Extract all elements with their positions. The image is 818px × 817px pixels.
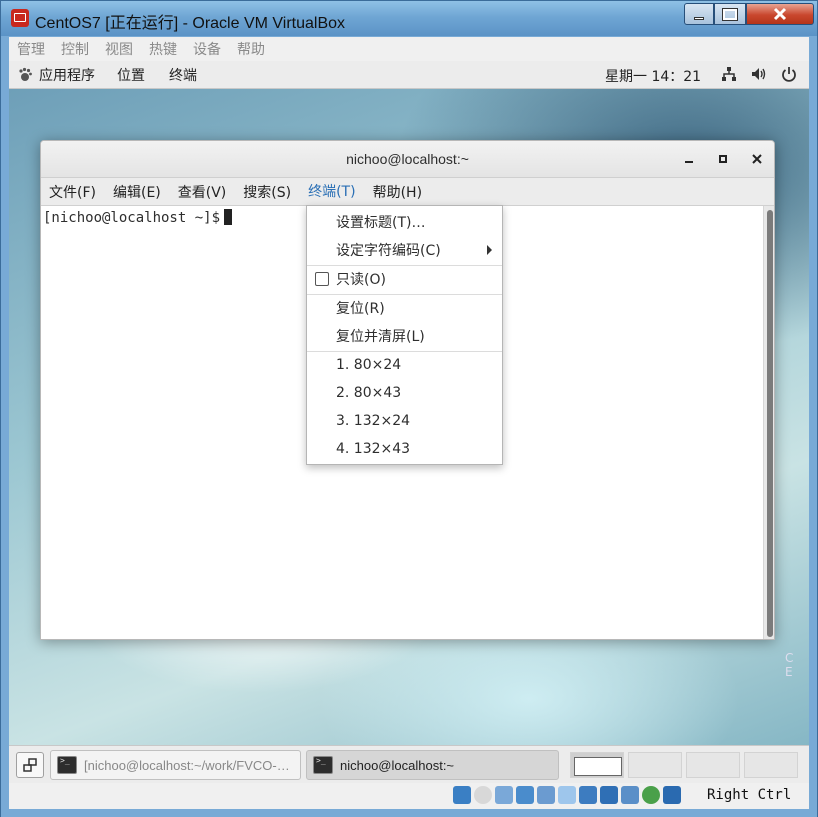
hard-disk-icon[interactable] xyxy=(453,786,471,804)
workspace-3[interactable] xyxy=(686,752,740,778)
vbox-menu-control[interactable]: 控制 xyxy=(61,39,89,59)
vbox-menu-hotkeys[interactable]: 热键 xyxy=(149,39,177,59)
taskbar-item-label: nichoo@localhost:~ xyxy=(340,757,455,773)
maximize-icon xyxy=(719,155,727,163)
terminal-app-menu[interactable]: 终端 xyxy=(169,65,197,85)
network-adapter-icon[interactable] xyxy=(516,786,534,804)
menu-item-label: 只读(O) xyxy=(336,272,386,288)
close-icon xyxy=(773,7,787,21)
power-icon xyxy=(782,67,796,82)
submenu-arrow-icon xyxy=(487,245,492,255)
desktop-watermark-text: C E xyxy=(785,651,798,679)
usb-icon[interactable] xyxy=(537,786,555,804)
vbox-menu-devices[interactable]: 设备 xyxy=(193,39,221,59)
gnome-bottom-bar: [nichoo@localhost:~/work/FVCO-… nichoo@l… xyxy=(9,745,809,783)
taskbar-item-fvco-terminal[interactable]: [nichoo@localhost:~/work/FVCO-… xyxy=(50,750,301,780)
guest-additions-icon[interactable] xyxy=(642,786,660,804)
show-desktop-icon xyxy=(23,758,37,772)
workspace-2[interactable] xyxy=(628,752,682,778)
scrollbar-thumb[interactable] xyxy=(767,210,773,637)
terminal-menu-dropdown: 设置标题(T)… 设定字符编码(C) 只读(O) 复位(R) 复位并清屏(L) … xyxy=(306,205,503,465)
shared-folders-icon[interactable] xyxy=(558,786,576,804)
applications-label: 应用程序 xyxy=(39,67,95,84)
menu-item-size-80x43[interactable]: 2. 80×43 xyxy=(307,379,502,407)
menu-search[interactable]: 搜索(S) xyxy=(243,178,291,206)
menu-item-size-80x24[interactable]: 1. 80×24 xyxy=(307,351,502,379)
menu-item-reset-clear[interactable]: 复位并清屏(L) xyxy=(307,322,502,350)
menu-item-size-132x43[interactable]: 4. 132×43 xyxy=(307,435,502,463)
applications-menu[interactable]: 应用程序 xyxy=(17,65,95,85)
vbox-menu-view[interactable]: 视图 xyxy=(105,39,133,59)
menu-item-read-only[interactable]: 只读(O) xyxy=(307,265,502,293)
menu-item-label: 复位(R) xyxy=(336,301,385,317)
menu-item-label: 设置标题(T)… xyxy=(336,215,426,231)
terminal-maximize-button[interactable] xyxy=(715,151,731,167)
menu-help[interactable]: 帮助(H) xyxy=(373,178,422,206)
menu-item-set-encoding[interactable]: 设定字符编码(C) xyxy=(307,236,502,264)
menu-item-set-title[interactable]: 设置标题(T)… xyxy=(307,208,502,236)
maximize-icon xyxy=(722,7,738,21)
terminal-icon xyxy=(313,756,333,774)
menu-item-label: 2. 80×43 xyxy=(336,385,402,401)
minimize-button[interactable] xyxy=(684,3,714,25)
gnome-foot-icon xyxy=(19,67,32,81)
gnome-top-bar: 应用程序 位置 终端 星期一 14：21 xyxy=(9,61,809,89)
vbox-menubar: 管理 控制 视图 热键 设备 帮助 xyxy=(9,37,809,61)
menu-terminal[interactable]: 终端(T) xyxy=(308,177,356,207)
show-desktop-button[interactable] xyxy=(16,752,44,778)
places-menu[interactable]: 位置 xyxy=(117,65,145,85)
read-only-checkbox[interactable] xyxy=(315,272,329,286)
optical-drive-icon[interactable] xyxy=(474,786,492,804)
vbox-status-bar: Right Ctrl xyxy=(9,783,809,809)
menu-item-label: 3. 132×24 xyxy=(336,413,411,429)
minimize-icon xyxy=(694,16,704,20)
virtualization-icon[interactable] xyxy=(621,786,639,804)
prompt-text: [nichoo@localhost ~]$ xyxy=(43,210,221,226)
terminal-icon xyxy=(57,756,77,774)
workspace-1[interactable] xyxy=(570,752,624,778)
clock[interactable]: 星期一 14：21 xyxy=(605,66,701,86)
menu-view[interactable]: 查看(V) xyxy=(178,178,227,206)
display-icon[interactable] xyxy=(579,786,597,804)
menu-item-label: 4. 132×43 xyxy=(336,441,411,457)
vbox-titlebar[interactable]: CentOS7 [正在运行] - Oracle VM VirtualBox xyxy=(0,0,818,36)
virtualbox-app-icon xyxy=(11,9,29,27)
terminal-header[interactable]: nichoo@localhost:~ xyxy=(41,141,774,178)
vbox-menu-manage[interactable]: 管理 xyxy=(17,39,45,59)
mouse-integration-icon[interactable] xyxy=(663,786,681,804)
taskbar-item-home-terminal[interactable]: nichoo@localhost:~ xyxy=(306,750,559,780)
host-key-label: Right Ctrl xyxy=(707,787,792,803)
vbox-window-title: CentOS7 [正在运行] - Oracle VM VirtualBox xyxy=(35,15,346,32)
terminal-close-button[interactable] xyxy=(749,151,765,167)
terminal-scrollbar[interactable] xyxy=(763,206,774,639)
taskbar-item-label: [nichoo@localhost:~/work/FVCO-… xyxy=(84,757,290,773)
menu-item-label: 设定字符编码(C) xyxy=(336,243,441,259)
text-cursor xyxy=(224,209,233,225)
menu-item-reset[interactable]: 复位(R) xyxy=(307,294,502,322)
menu-item-size-132x24[interactable]: 3. 132×24 xyxy=(307,407,502,435)
volume-icon xyxy=(752,68,766,80)
menu-file[interactable]: 文件(F) xyxy=(49,178,96,206)
system-tray[interactable] xyxy=(721,66,797,82)
vbox-status-icons xyxy=(453,786,681,804)
menu-item-label: 复位并清屏(L) xyxy=(336,329,425,345)
workspace-4[interactable] xyxy=(744,752,798,778)
menu-item-label: 1. 80×24 xyxy=(336,357,402,373)
terminal-menubar: 文件(F) 编辑(E) 查看(V) 搜索(S) 终端(T) 帮助(H) xyxy=(41,177,774,207)
menu-edit[interactable]: 编辑(E) xyxy=(113,178,161,206)
maximize-button[interactable] xyxy=(714,3,746,25)
close-icon xyxy=(752,154,762,164)
minimize-icon xyxy=(685,161,693,163)
audio-icon[interactable] xyxy=(495,786,513,804)
vbox-menu-help[interactable]: 帮助 xyxy=(237,39,265,59)
recording-icon[interactable] xyxy=(600,786,618,804)
terminal-minimize-button[interactable] xyxy=(681,151,697,167)
shell-prompt: [nichoo@localhost ~]$ xyxy=(43,209,233,226)
terminal-title: nichoo@localhost:~ xyxy=(346,151,469,167)
network-icon xyxy=(722,67,736,81)
close-button[interactable] xyxy=(746,3,814,25)
